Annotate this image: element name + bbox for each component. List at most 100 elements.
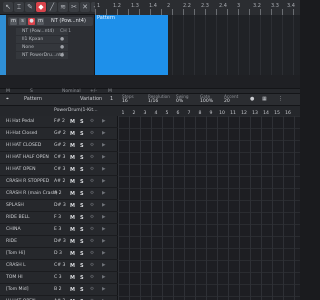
instrument-settings-icon[interactable]: ⚙ bbox=[90, 131, 94, 136]
track-record-button[interactable]: ● bbox=[28, 18, 35, 25]
erase-tool-icon[interactable]: ◆ bbox=[36, 2, 46, 12]
instrument-mute-button[interactable]: M bbox=[70, 191, 75, 197]
instrument-solo-button[interactable]: S bbox=[80, 251, 84, 257]
param-resolution-value[interactable]: 1/16 bbox=[148, 99, 158, 104]
instrument-settings-icon[interactable]: ⚙ bbox=[90, 239, 94, 244]
track-monitor-button[interactable]: m bbox=[37, 18, 44, 25]
instrument-settings-icon[interactable]: ⚙ bbox=[90, 167, 94, 172]
instrument-mute-button[interactable]: M bbox=[70, 287, 75, 293]
instrument-solo-button[interactable]: S bbox=[80, 179, 84, 185]
scissors-tool-icon[interactable]: ✂ bbox=[69, 2, 79, 12]
variation-value[interactable]: 1 bbox=[110, 96, 113, 102]
instrument-solo-button[interactable]: S bbox=[80, 155, 84, 161]
instrument-solo-button[interactable]: S bbox=[80, 131, 84, 137]
instrument-mute-button[interactable]: M bbox=[70, 239, 75, 245]
instrument-mute-button[interactable]: M bbox=[70, 251, 75, 257]
instrument-preview-icon[interactable]: ▶ bbox=[102, 203, 106, 208]
instrument-mute-button[interactable]: M bbox=[70, 167, 75, 173]
instrument-preview-icon[interactable]: ▶ bbox=[102, 131, 106, 136]
instrument-row[interactable]: CHINA E 3 M S ⚙ ▶ bbox=[0, 224, 118, 236]
more-icon[interactable]: ⋮ bbox=[278, 96, 283, 102]
instrument-mute-button[interactable]: M bbox=[70, 179, 75, 185]
instrument-mute-button[interactable]: M bbox=[70, 203, 75, 209]
instrument-mute-button[interactable]: M bbox=[70, 143, 75, 149]
instrument-solo-button[interactable]: S bbox=[80, 239, 84, 245]
instrument-mute-button[interactable]: M bbox=[70, 155, 75, 161]
instrument-row[interactable]: HI HAT OPENA# 2MS⚙▶ bbox=[0, 296, 118, 300]
instrument-settings-icon[interactable]: ⚙ bbox=[90, 143, 94, 148]
instrument-preview-icon[interactable]: ▶ bbox=[102, 179, 106, 184]
instrument-solo-button[interactable]: S bbox=[80, 143, 84, 149]
instrument-mute-button[interactable]: M bbox=[70, 263, 75, 269]
record-icon[interactable]: ● bbox=[250, 96, 254, 102]
instrument-settings-icon[interactable]: ⚙ bbox=[90, 251, 94, 256]
instrument-mute-button[interactable]: M bbox=[70, 227, 75, 233]
instrument-preview-icon[interactable]: ▶ bbox=[102, 239, 106, 244]
instrument-row[interactable]: [Tom Hi] D 3 M S ⚙ ▶ bbox=[0, 248, 118, 260]
instrument-settings-icon[interactable]: ⚙ bbox=[90, 203, 94, 208]
instrument-row[interactable]: RIDE D# 3 M S ⚙ ▶ bbox=[0, 236, 118, 248]
instrument-row[interactable]: HI HAT OPEN C# 3 M S ⚙ ▶ bbox=[0, 164, 118, 176]
glue-tool-icon[interactable]: ≋ bbox=[58, 2, 68, 12]
instrument-row[interactable]: TOM HI C 3 M S ⚙ ▶ bbox=[0, 272, 118, 284]
instrument-row[interactable]: CRASH R STOPPED A# 2 M S ⚙ ▶ bbox=[0, 176, 118, 188]
instrument-preview-icon[interactable]: ▶ bbox=[102, 119, 106, 124]
instrument-row[interactable]: HI HAT HALF OPEN C# 3 M S ⚙ ▶ bbox=[0, 152, 118, 164]
track-header[interactable]: m s ● m NT (Pow...nt4) bbox=[8, 17, 93, 26]
instrument-settings-icon[interactable]: ⚙ bbox=[90, 263, 94, 268]
step-grid-cells[interactable] bbox=[118, 116, 300, 300]
instrument-settings-icon[interactable]: ⚙ bbox=[90, 215, 94, 220]
instrument-row[interactable]: [Tom Mid] B 2 M S ⚙ ▶ bbox=[0, 284, 118, 296]
instrument-settings-icon[interactable]: ⚙ bbox=[90, 179, 94, 184]
instrument-row[interactable]: HI HAT CLOSED G# 2 M S ⚙ ▶ bbox=[0, 140, 118, 152]
mute-tool-icon[interactable]: ✕ bbox=[80, 2, 90, 12]
layout-icon[interactable]: ▦ bbox=[262, 96, 267, 102]
instrument-preview-icon[interactable]: ▶ bbox=[102, 191, 106, 196]
track-mute-button[interactable]: m bbox=[10, 18, 17, 25]
instrument-row[interactable]: SPLASH D# 3 M S ⚙ ▶ bbox=[0, 200, 118, 212]
instrument-preview-icon[interactable]: ▶ bbox=[102, 251, 106, 256]
instrument-settings-icon[interactable]: ⚙ bbox=[90, 155, 94, 160]
param-steps-value[interactable]: 16 bbox=[122, 99, 128, 104]
instrument-preview-icon[interactable]: ▶ bbox=[102, 167, 106, 172]
editor-tool-icon[interactable]: ⌖ bbox=[6, 96, 9, 102]
instrument-preview-icon[interactable]: ▶ bbox=[102, 155, 106, 160]
param-gate-value[interactable]: 100% bbox=[200, 99, 213, 104]
instrument-preview-icon[interactable]: ▶ bbox=[102, 215, 106, 220]
arrow-tool-icon[interactable]: ↖ bbox=[3, 2, 13, 12]
instrument-settings-icon[interactable]: ⚙ bbox=[90, 227, 94, 232]
instrument-row[interactable]: CRASH R (main Crash) A 2 M S ⚙ ▶ bbox=[0, 188, 118, 200]
param-swing-value[interactable]: 0% bbox=[176, 99, 183, 104]
instrument-settings-icon[interactable]: ⚙ bbox=[90, 287, 94, 292]
track-solo-button[interactable]: s bbox=[19, 18, 26, 25]
instrument-preview-icon[interactable]: ▶ bbox=[102, 143, 106, 148]
instrument-mute-button[interactable]: M bbox=[70, 275, 75, 281]
instrument-preview-icon[interactable]: ▶ bbox=[102, 275, 106, 280]
instrument-row[interactable]: Hi Hat Pedal F# 2 M S ⚙ ▶ bbox=[0, 116, 118, 128]
range-tool-icon[interactable]: ⌶ bbox=[14, 2, 24, 12]
instrument-solo-button[interactable]: S bbox=[80, 191, 84, 197]
timeline-ruler[interactable]: 1 1.2 1.3 1.4 2 2.2 2.3 2.4 3 3.2 3.3 3.… bbox=[95, 0, 300, 15]
instrument-mute-button[interactable]: M bbox=[70, 215, 75, 221]
instrument-mute-button[interactable]: M bbox=[70, 131, 75, 137]
instrument-solo-button[interactable]: S bbox=[80, 275, 84, 281]
pencil-tool-icon[interactable]: ✎ bbox=[25, 2, 35, 12]
instrument-solo-button[interactable]: S bbox=[80, 227, 84, 233]
instrument-solo-button[interactable]: S bbox=[80, 263, 84, 269]
instrument-solo-button[interactable]: S bbox=[80, 119, 84, 125]
step-grid[interactable] bbox=[118, 116, 300, 300]
pattern-event[interactable]: Pattern bbox=[95, 15, 168, 75]
instrument-solo-button[interactable]: S bbox=[80, 287, 84, 293]
instrument-solo-button[interactable]: S bbox=[80, 167, 84, 173]
line-tool-icon[interactable]: ╱ bbox=[47, 2, 57, 12]
instrument-settings-icon[interactable]: ⚙ bbox=[90, 275, 94, 280]
instrument-settings-icon[interactable]: ⚙ bbox=[90, 119, 94, 124]
instrument-solo-button[interactable]: S bbox=[80, 203, 84, 209]
instrument-row[interactable]: RIDE BELL F 3 M S ⚙ ▶ bbox=[0, 212, 118, 224]
instrument-dropdown[interactable]: PowerDrum(1-Kit... bbox=[54, 108, 98, 113]
instrument-mute-button[interactable]: M bbox=[70, 119, 75, 125]
instrument-preview-icon[interactable]: ▶ bbox=[102, 287, 106, 292]
instrument-solo-button[interactable]: S bbox=[80, 215, 84, 221]
instrument-settings-icon[interactable]: ⚙ bbox=[90, 191, 94, 196]
instrument-row[interactable]: Hi-Hat Closed G# 2 M S ⚙ ▶ bbox=[0, 128, 118, 140]
